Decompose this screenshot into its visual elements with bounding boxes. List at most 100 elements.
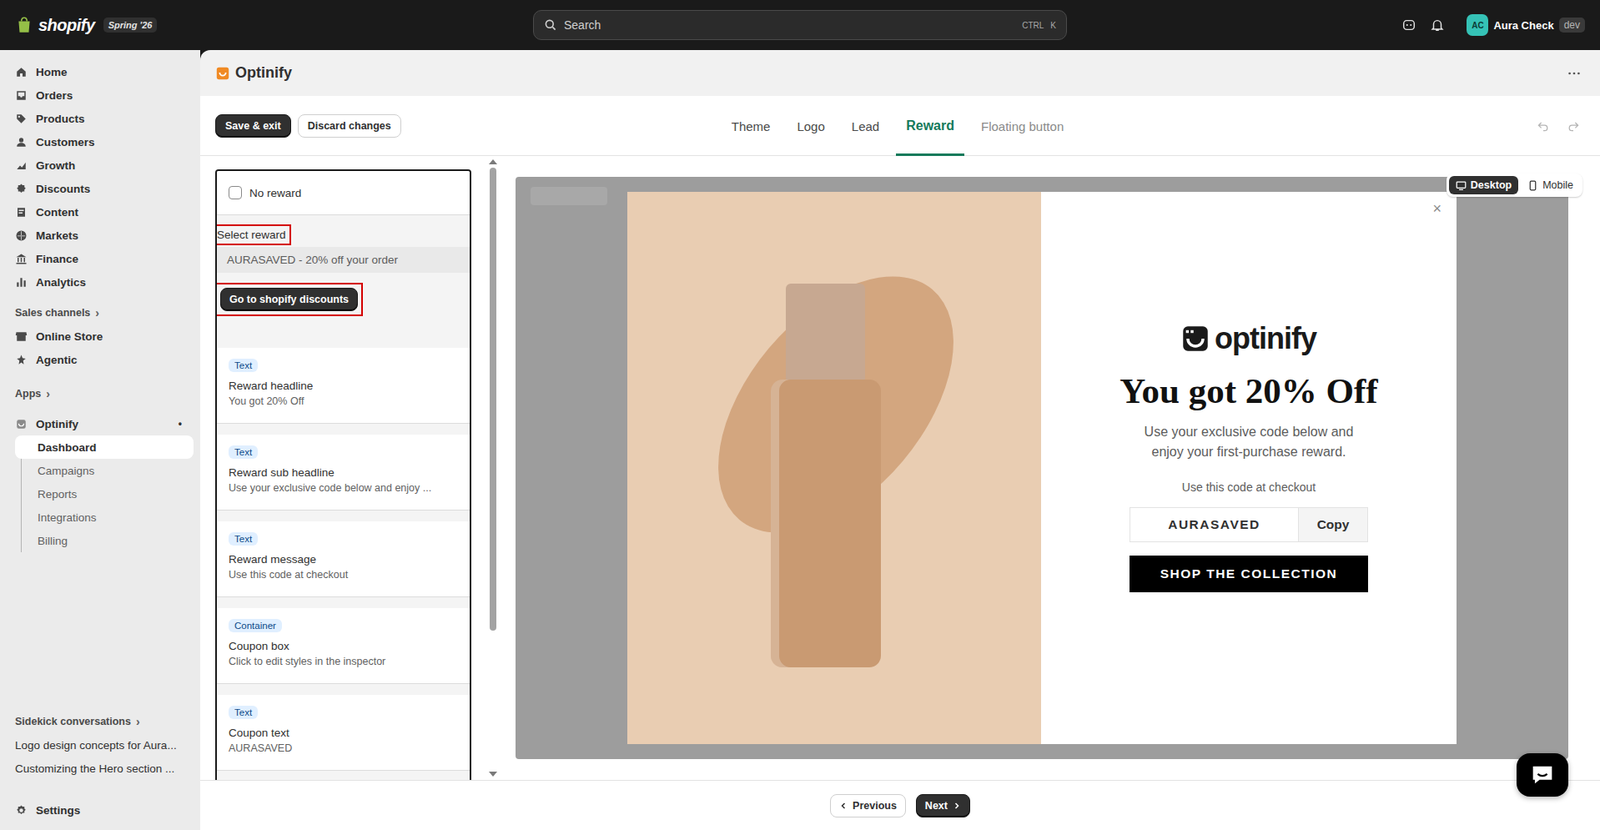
preview-canvas: × optinify You got 20% Off Use your excl…: [515, 176, 1569, 760]
apps-header[interactable]: Apps›: [6, 382, 194, 406]
app-icon: [15, 417, 28, 431]
sidebar-subitem[interactable]: Billing: [15, 528, 194, 553]
nav-icon: [15, 159, 28, 172]
sidebar-item[interactable]: Analytics: [6, 270, 194, 294]
more-icon[interactable]: [1566, 65, 1582, 81]
settings-item[interactable]: Settings: [6, 798, 194, 822]
block-card[interactable]: Text Coupon text AURASAVED: [216, 694, 470, 770]
block-value: AURASAVED: [228, 742, 292, 755]
block-type-badge: Text: [228, 705, 258, 720]
channel-icon: [15, 353, 28, 367]
sidebar-subitem[interactable]: Dashboard: [15, 435, 194, 459]
block-type-badge: Text: [228, 358, 258, 373]
reward-select[interactable]: AURASAVED - 20% off your order: [216, 246, 470, 273]
coupon-box: AURASAVED Copy: [1129, 507, 1369, 543]
device-option[interactable]: Desktop: [1449, 176, 1519, 195]
sidekick-conversation[interactable]: Customizing the Hero section ...: [6, 756, 194, 780]
sidekick-icon[interactable]: [1401, 17, 1417, 33]
close-button[interactable]: ×: [1432, 200, 1442, 218]
block-title: Coupon text: [228, 726, 290, 740]
block-card[interactable]: Text Reward message Use this code at che…: [216, 521, 470, 597]
popup-logo: optinify: [1181, 321, 1317, 357]
popup: × optinify You got 20% Off Use your excl…: [627, 191, 1457, 745]
sidebar-item[interactable]: Home: [6, 60, 194, 84]
reward-panel: No reward Select reward AURASAVED - 20% …: [215, 169, 472, 780]
sidebar-item[interactable]: Online Store: [6, 324, 194, 348]
nav-icon: [15, 276, 28, 289]
search-placeholder: Search: [563, 18, 1016, 32]
block-value: You got 20% Off: [228, 395, 304, 408]
app-item[interactable]: Optinify •: [6, 412, 194, 436]
previous-button[interactable]: Previous: [830, 794, 906, 818]
block-title: Coupon box: [228, 639, 290, 653]
copy-button[interactable]: Copy: [1298, 508, 1368, 542]
reward-headline: You got 20% Off: [1119, 371, 1378, 411]
chat-button[interactable]: [1516, 753, 1569, 797]
sidebar-subitem[interactable]: Integrations: [15, 505, 194, 529]
shopify-discounts-button[interactable]: Go to shopify discounts: [220, 287, 358, 312]
nav-icon: [15, 65, 28, 79]
block-value: Click to edit styles in the inspector: [228, 655, 386, 668]
sidebar: Home Orders Products Customers Growth Di…: [0, 50, 201, 830]
sidebar-item[interactable]: Finance: [6, 246, 194, 271]
block-card[interactable]: Text Reward sub headline Use your exclus…: [216, 434, 470, 510]
block-title: Reward sub headline: [228, 466, 335, 479]
optinify-app-icon: [215, 65, 231, 81]
sidebar-item[interactable]: Growth: [6, 153, 194, 177]
undo-icon[interactable]: [1536, 119, 1550, 133]
editor: Save & exit Discard changes ThemeLogoLea…: [200, 95, 1600, 830]
editor-footer: Previous Next: [200, 779, 1600, 830]
sidebar-item[interactable]: Orders: [6, 83, 194, 107]
save-exit-button[interactable]: Save & exit: [215, 114, 292, 138]
search-icon: [543, 18, 558, 32]
scrollbar[interactable]: [488, 159, 498, 780]
block-type-badge: Text: [228, 532, 258, 546]
version-badge: Spring '26: [103, 17, 158, 33]
scroll-thumb[interactable]: [489, 167, 497, 631]
reward-subheadline: Use your exclusive code below and enjoy …: [1132, 422, 1366, 463]
device-option[interactable]: Mobile: [1520, 176, 1580, 195]
page-title: Optinify: [235, 64, 292, 82]
block-title: Reward headline: [228, 379, 313, 393]
next-button[interactable]: Next: [915, 794, 971, 818]
block-card[interactable]: Text Reward headline You got 20% Off: [216, 347, 470, 423]
tab[interactable]: Reward: [895, 95, 965, 156]
sidekick-header[interactable]: Sidekick conversations›: [6, 709, 194, 734]
sidebar-subitem[interactable]: Reports: [15, 482, 194, 506]
app: shopify Spring '26 Search CTRLK AC Aura …: [0, 0, 1600, 830]
sidebar-item[interactable]: Markets: [6, 223, 194, 247]
tab[interactable]: Logo: [786, 95, 835, 156]
sidebar-item[interactable]: Agentic: [6, 347, 194, 372]
sidekick-conversation[interactable]: Logo design concepts for Aura...: [6, 733, 194, 757]
block-card[interactable]: Container Coupon box Click to edit style…: [216, 608, 470, 684]
nav-icon: [15, 252, 28, 266]
redo-icon[interactable]: [1566, 119, 1580, 133]
reward-message: Use this code at checkout: [1182, 480, 1316, 494]
shopify-logo[interactable]: shopify Spring '26: [15, 15, 534, 36]
sidebar-item[interactable]: Products: [6, 106, 194, 131]
nav-icon: [15, 89, 28, 102]
nav-icon: [15, 229, 28, 242]
tab[interactable]: Floating button: [971, 95, 1074, 156]
sidebar-item[interactable]: Content: [6, 200, 194, 224]
sidebar-item[interactable]: Customers: [6, 130, 194, 154]
shortcut-key: K: [1050, 20, 1057, 31]
user-avatar: AC: [1466, 14, 1489, 36]
user-menu[interactable]: AC Aura Check dev: [1466, 14, 1585, 36]
store-name: Aura Check: [1493, 19, 1554, 32]
bell-icon[interactable]: [1429, 17, 1445, 33]
gear-icon: [15, 804, 28, 817]
shop-collection-button[interactable]: SHOP THE COLLECTION: [1129, 555, 1369, 593]
no-reward-card[interactable]: No reward: [216, 171, 470, 215]
block-type-badge: Container: [228, 618, 282, 633]
no-reward-checkbox[interactable]: [228, 186, 242, 200]
sales-channels-header[interactable]: Sales channels›: [6, 301, 194, 325]
sidebar-item[interactable]: Discounts: [6, 176, 194, 201]
discard-button[interactable]: Discard changes: [297, 114, 402, 138]
nav-icon: [15, 182, 28, 196]
sidebar-subitem[interactable]: Campaigns: [15, 458, 194, 483]
tab[interactable]: Theme: [721, 95, 781, 156]
tab[interactable]: Lead: [841, 95, 890, 156]
search-field[interactable]: Search CTRLK: [533, 10, 1067, 41]
coupon-code: AURASAVED: [1130, 508, 1299, 542]
